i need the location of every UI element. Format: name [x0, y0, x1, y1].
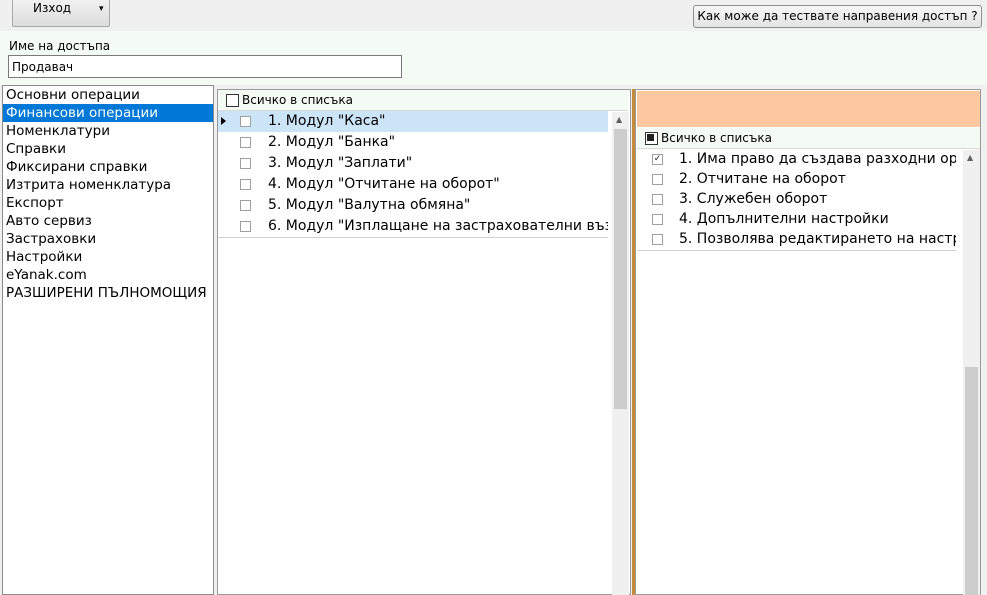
module-label: 1. Модул "Каса" [268, 113, 386, 129]
category-item[interactable]: Настройки [3, 248, 213, 266]
module-checkbox[interactable] [240, 116, 251, 127]
category-item[interactable]: Застраховки [3, 230, 213, 248]
right-checkbox[interactable] [652, 234, 663, 245]
modules-scrollbar[interactable]: ▲ [612, 112, 629, 595]
category-item[interactable]: Експорт [3, 194, 213, 212]
right-label: 4. Допълнителни настройки [679, 211, 889, 227]
module-row[interactable]: 4. Модул "Отчитане на оборот" [218, 174, 608, 196]
category-item[interactable]: Справки [3, 140, 213, 158]
row-pointer-icon [221, 117, 226, 125]
category-item[interactable]: РАЗШИРЕНИ ПЪЛНОМОЩИЯ [3, 284, 213, 302]
module-row[interactable]: 3. Модул "Заплати" [218, 153, 608, 175]
right-label: 3. Служебен оборот [679, 191, 828, 207]
module-label: 4. Модул "Отчитане на оборот" [268, 176, 500, 192]
modules-select-all-row[interactable]: Всичко в списъка [218, 90, 628, 111]
category-item[interactable]: Финансови операции [3, 104, 213, 122]
right-row[interactable]: 4. Допълнителни настройки [637, 210, 956, 231]
rights-select-all-row[interactable]: Всичко в списъка [637, 128, 980, 149]
module-label: 5. Модул "Валутна обмяна" [268, 197, 471, 213]
right-label: 1. Има право да създава разходни орде [679, 151, 956, 167]
right-label: 5. Позволява редактирането на настройі [679, 231, 956, 247]
right-row[interactable]: 5. Позволява редактирането на настройі [637, 230, 956, 251]
rights-select-all-checkbox[interactable] [645, 132, 658, 145]
right-row[interactable]: ✓ 1. Има право да създава разходни орде [637, 150, 956, 171]
rights-scrollbar[interactable]: ▲ [963, 150, 980, 595]
category-list[interactable]: Основни операции Финансови операции Номенк… [2, 85, 214, 595]
modules-select-all-label: Всичко в списъка [242, 93, 353, 107]
modules-scroll-thumb[interactable] [614, 129, 627, 409]
right-row[interactable]: 2. Отчитане на оборот [637, 170, 956, 191]
scroll-up-icon[interactable]: ▲ [967, 153, 973, 162]
modules-select-all-checkbox[interactable] [226, 94, 239, 107]
category-item[interactable]: Номенклатури [3, 122, 213, 140]
module-label: 3. Модул "Заплати" [268, 155, 413, 171]
rights-select-all-label: Всичко в списъка [661, 131, 772, 145]
module-checkbox[interactable] [240, 200, 251, 211]
module-row[interactable]: 5. Модул "Валутна обмяна" [218, 195, 608, 217]
module-checkbox[interactable] [240, 137, 251, 148]
checked-checkbox[interactable]: ✓ [652, 154, 663, 165]
scroll-up-icon[interactable]: ▲ [616, 115, 622, 124]
module-row[interactable]: 1. Модул "Каса" [218, 111, 608, 133]
exit-button-label: Изход [33, 1, 72, 15]
right-label: 2. Отчитане на оборот [679, 171, 846, 187]
help-test-access-button[interactable]: Как може да тествате направения достъп ? [693, 5, 982, 28]
module-checkbox[interactable] [240, 179, 251, 190]
access-name-label: Име на достъпа [9, 39, 111, 53]
category-item[interactable]: Авто сервиз [3, 212, 213, 230]
right-row[interactable]: 3. Служебен оборот [637, 190, 956, 211]
category-item[interactable]: eYanak.com [3, 266, 213, 284]
access-name-input[interactable] [8, 55, 402, 78]
rights-banner [637, 91, 980, 127]
category-item[interactable]: Фиксирани справки [3, 158, 213, 176]
right-checkbox[interactable] [652, 194, 663, 205]
module-label: 6. Модул "Изплащане на застрахователни в… [268, 218, 608, 234]
module-checkbox[interactable] [240, 221, 251, 232]
right-checkbox[interactable] [652, 174, 663, 185]
module-checkbox[interactable] [240, 158, 251, 169]
category-item[interactable]: Основни операции [3, 86, 213, 104]
right-checkbox[interactable] [652, 214, 663, 225]
chevron-down-icon[interactable]: ▾ [99, 4, 104, 14]
exit-button[interactable]: Изход ▾ [12, 0, 110, 27]
category-item[interactable]: Изтрита номенклатура [3, 176, 213, 194]
module-label: 2. Модул "Банка" [268, 134, 396, 150]
module-row[interactable]: 6. Модул "Изплащане на застрахователни в… [218, 216, 608, 238]
module-row[interactable]: 2. Модул "Банка" [218, 132, 608, 154]
rights-scroll-thumb[interactable] [965, 367, 978, 595]
